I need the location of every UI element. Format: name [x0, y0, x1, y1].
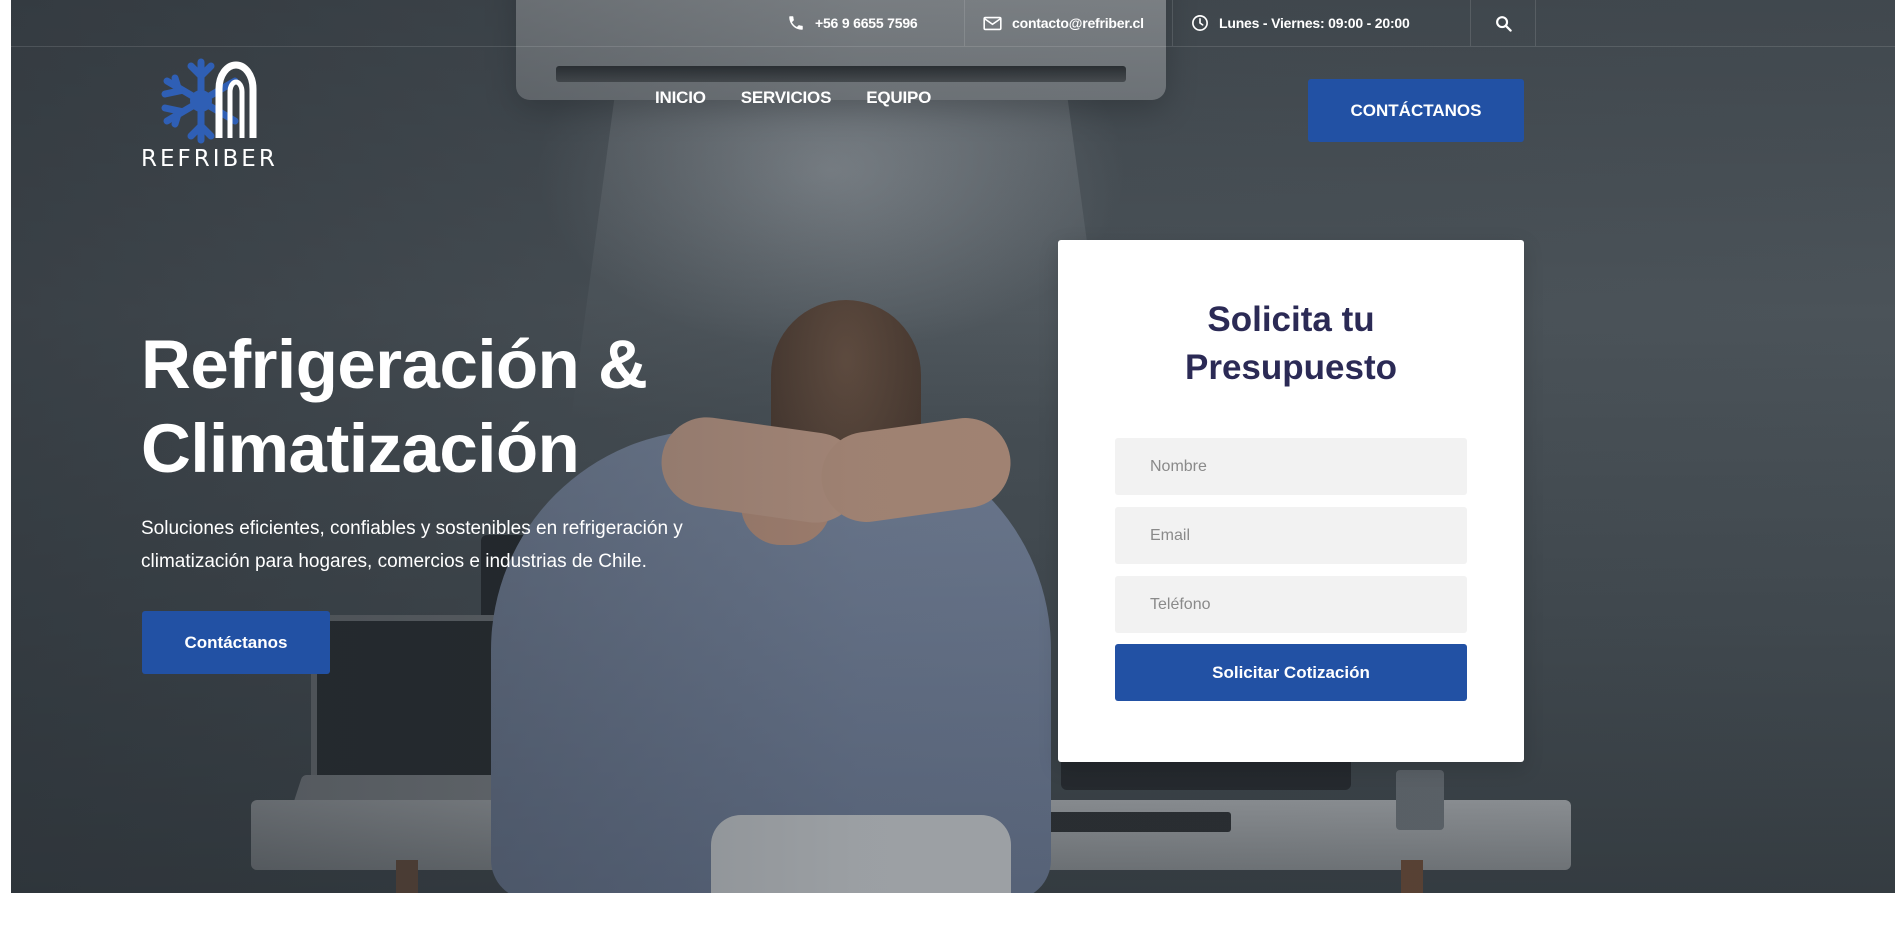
clock-icon [1191, 14, 1209, 32]
topbar-phone[interactable]: +56 9 6655 7596 [769, 0, 965, 46]
header-contact-button[interactable]: CONTÁCTANOS [1308, 79, 1524, 142]
main-navigation: INICIO SERVICIOS EQUIPO [655, 88, 931, 108]
topbar-phone-text: +56 9 6655 7596 [815, 15, 918, 31]
name-input[interactable] [1115, 438, 1467, 495]
topbar-email-text: contacto@refriber.cl [1012, 15, 1144, 31]
request-quote-button[interactable]: Solicitar Cotización [1115, 644, 1467, 701]
quote-form-title: Solicita tu Presupuesto [1058, 296, 1524, 392]
topbar-hours-text: Lunes - Viernes: 09:00 - 20:00 [1219, 15, 1410, 31]
top-info-bar: +56 9 6655 7596 contacto@refriber.cl Lun… [11, 0, 1895, 47]
mail-icon [983, 16, 1002, 31]
hero-contact-button[interactable]: Contáctanos [142, 611, 330, 674]
phone-icon [787, 14, 805, 32]
quote-title-line-2: Presupuesto [1185, 348, 1397, 387]
hero-subtitle-line-2: climatización para hogares, comercios e … [141, 551, 647, 572]
hero-title-line-1: Refrigeración & [141, 326, 648, 403]
snowflake-logo-icon [161, 58, 257, 144]
search-button[interactable] [1471, 0, 1536, 46]
quote-title-line-1: Solicita tu [1207, 300, 1375, 339]
topbar-email[interactable]: contacto@refriber.cl [965, 0, 1173, 46]
hero-subtitle: Soluciones eficientes, confiables y sost… [141, 512, 761, 578]
nav-item-equipo[interactable]: EQUIPO [866, 88, 931, 108]
topbar-hours: Lunes - Viernes: 09:00 - 20:00 [1173, 0, 1471, 46]
nav-item-servicios[interactable]: SERVICIOS [741, 88, 832, 108]
nav-item-inicio[interactable]: INICIO [655, 88, 706, 108]
hero-subtitle-line-1: Soluciones eficientes, confiables y sost… [141, 518, 683, 539]
refriber-logo[interactable]: REFRIBER [141, 54, 291, 172]
email-input[interactable] [1115, 507, 1467, 564]
hero-title: Refrigeración & Climatización [141, 323, 761, 491]
search-icon [1495, 15, 1512, 32]
hero-title-line-2: Climatización [141, 410, 580, 487]
quote-form-card: Solicita tu Presupuesto Solicitar Cotiza… [1058, 240, 1524, 762]
phone-input[interactable] [1115, 576, 1467, 633]
logo-wordmark: REFRIBER [141, 146, 278, 172]
